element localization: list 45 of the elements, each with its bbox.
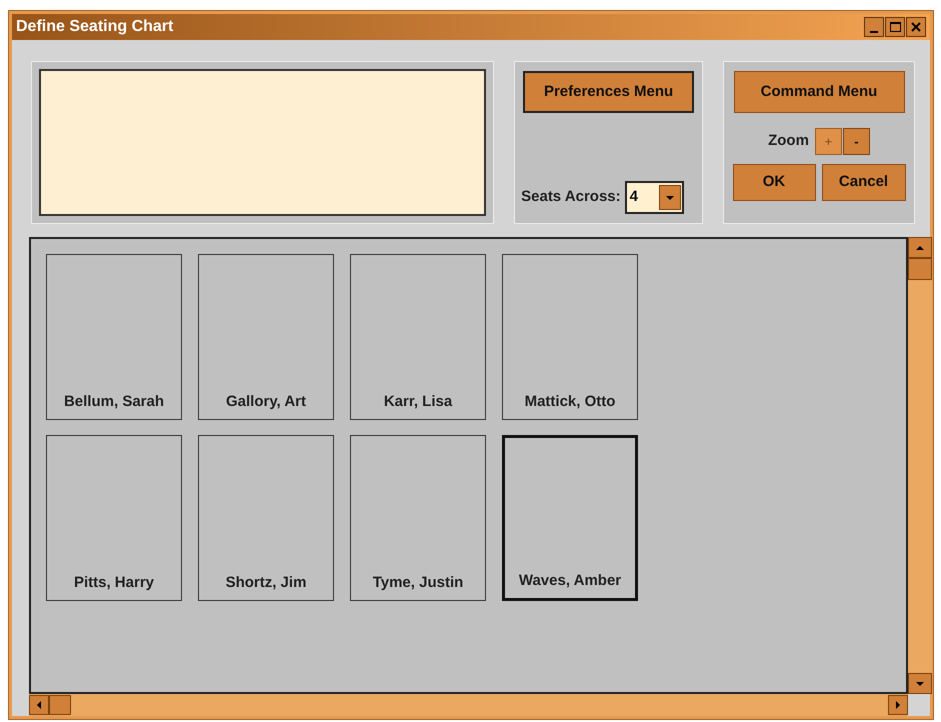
scroll-thumb[interactable] [908,258,932,280]
student-name: Mattick, Otto [524,392,616,412]
seat-card[interactable]: Mattick, Otto [502,254,638,420]
vertical-scrollbar[interactable] [908,237,932,694]
cancel-button[interactable]: Cancel [822,164,906,201]
scroll-right-button[interactable] [888,695,908,715]
seat-card[interactable]: Bellum, Sarah [46,254,182,420]
scroll-left-button[interactable] [29,695,49,715]
left-arrow-icon [37,701,41,709]
student-name: Tyme, Justin [372,572,464,592]
seat-card[interactable]: Tyme, Justin [350,435,486,601]
maximize-button[interactable] [885,17,905,37]
zoom-label: Zoom [768,131,809,152]
student-name: Bellum, Sarah [64,392,164,412]
seat-card[interactable]: Waves, Amber [502,435,638,601]
close-icon [911,22,921,32]
up-arrow-icon [916,246,924,250]
seat-card[interactable]: Shortz, Jim [198,435,334,601]
window-title: Define Seating Chart [16,17,174,37]
dropdown-button[interactable] [658,185,681,210]
right-arrow-icon [896,701,900,709]
horizontal-scrollbar[interactable] [29,694,908,716]
scroll-down-button[interactable] [908,673,932,694]
down-arrow-icon [916,682,924,686]
ok-button[interactable]: OK [732,164,816,201]
maximize-icon [890,22,900,32]
seats-across-label: Seats Across: [521,187,621,208]
zoom-button[interactable]: - [842,128,870,155]
student-name: Pitts, Harry [74,572,154,592]
minimize-button[interactable] [864,17,884,37]
command-menu-button[interactable]: Command Menu [734,71,904,113]
close-button[interactable] [906,17,926,37]
student-name: Karr, Lisa [384,392,452,412]
student-name: Waves, Amber [518,570,622,590]
student-name: Shortz, Jim [226,572,306,592]
seat-card[interactable]: Gallory, Art [198,254,334,420]
seats-across-dropdown[interactable]: 4 [624,181,684,214]
scroll-up-button[interactable] [908,237,932,258]
student-name: Gallory, Art [226,392,306,412]
caret-icon [666,196,674,200]
preferences-menu-button[interactable]: Preferences Menu [523,71,694,113]
seat-card[interactable]: Karr, Lisa [350,254,486,420]
scroll-thumb[interactable] [49,695,71,715]
minimize-icon [870,31,878,33]
seat-card[interactable]: Pitts, Harry [46,435,182,601]
